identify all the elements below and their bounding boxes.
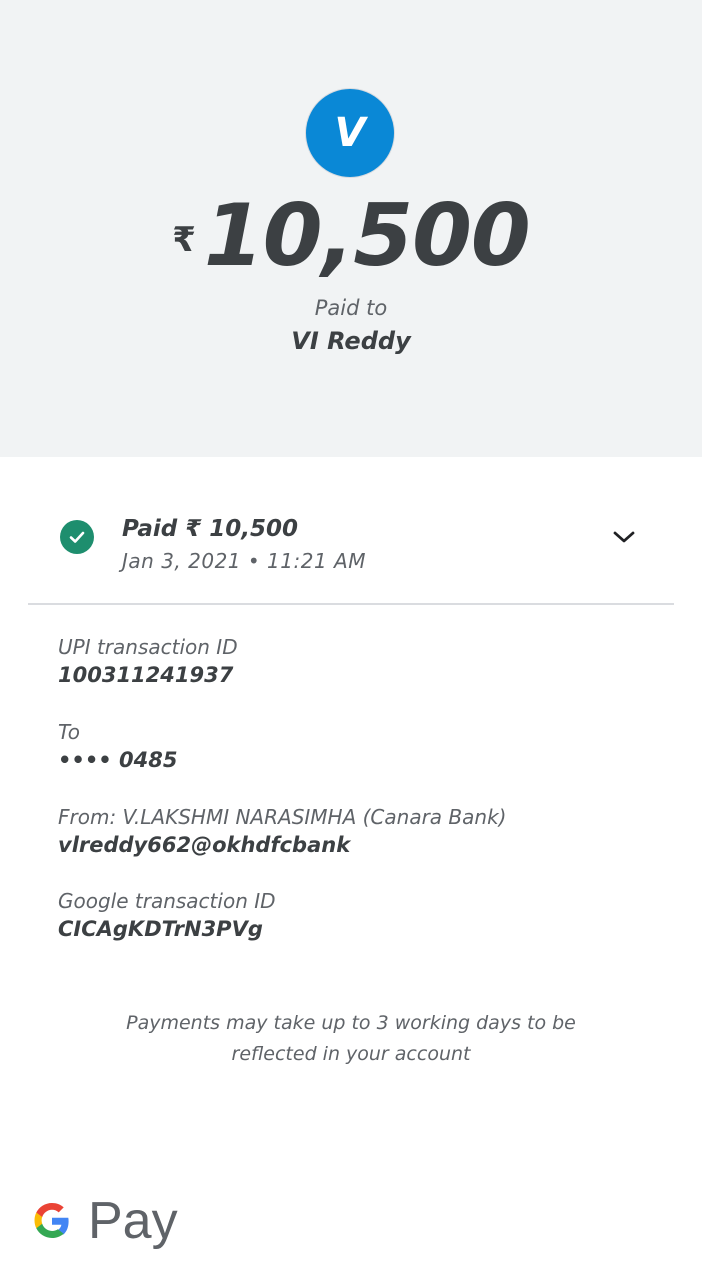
payee-name: VI Reddy [291,327,411,355]
payment-status-row[interactable]: Paid ₹ 10,500 Jan 3, 2021 • 11:21 AM [28,505,674,585]
upi-transaction-id-value: 100311241937 [58,663,234,687]
upi-transaction-id-label: UPI transaction ID [58,635,238,659]
note-line-1: Payments may take up to 3 working days t… [126,1012,576,1034]
chevron-down-icon[interactable] [608,523,640,551]
upi-transaction-id-section: UPI transaction ID 100311241937 [58,633,678,689]
payee-avatar: V [305,88,395,178]
recipient-label: To [58,720,80,744]
google-pay-wordmark: Pay [88,1192,178,1250]
avatar-initial: V [334,110,366,156]
status-title: Paid ₹ 10,500 [122,516,299,542]
google-transaction-id-section: Google transaction ID CICAgKDTrN3PVg [58,887,678,943]
recipient-account: •••• 0485 [58,748,178,772]
payment-amount: 10,500 [203,186,531,286]
sender-label: From: V.LAKSHMI NARASIMHA (Canara Bank) [58,805,507,829]
check-circle-icon [60,520,94,554]
google-transaction-id-label: Google transaction ID [58,889,276,913]
google-g-icon [34,1203,69,1238]
payment-summary-header: V ₹ 10,500 Paid to VI Reddy [0,0,702,457]
sender-upi-id: vlreddy662@okhdfcbank [58,833,351,857]
divider [28,603,674,605]
paid-to-label: Paid to [314,296,388,320]
processing-time-note: Payments may take up to 3 working days t… [101,1008,601,1070]
sender-section: From: V.LAKSHMI NARASIMHA (Canara Bank) … [58,803,678,859]
recipient-section: To •••• 0485 [58,718,678,774]
google-transaction-id-value: CICAgKDTrN3PVg [58,917,263,941]
amount-row: ₹ 10,500 [0,186,702,286]
currency-symbol: ₹ [172,220,196,260]
google-pay-logo: Pay [28,1190,178,1252]
note-line-2: reflected in your account [231,1043,471,1065]
status-datetime: Jan 3, 2021 • 11:21 AM [122,549,366,573]
